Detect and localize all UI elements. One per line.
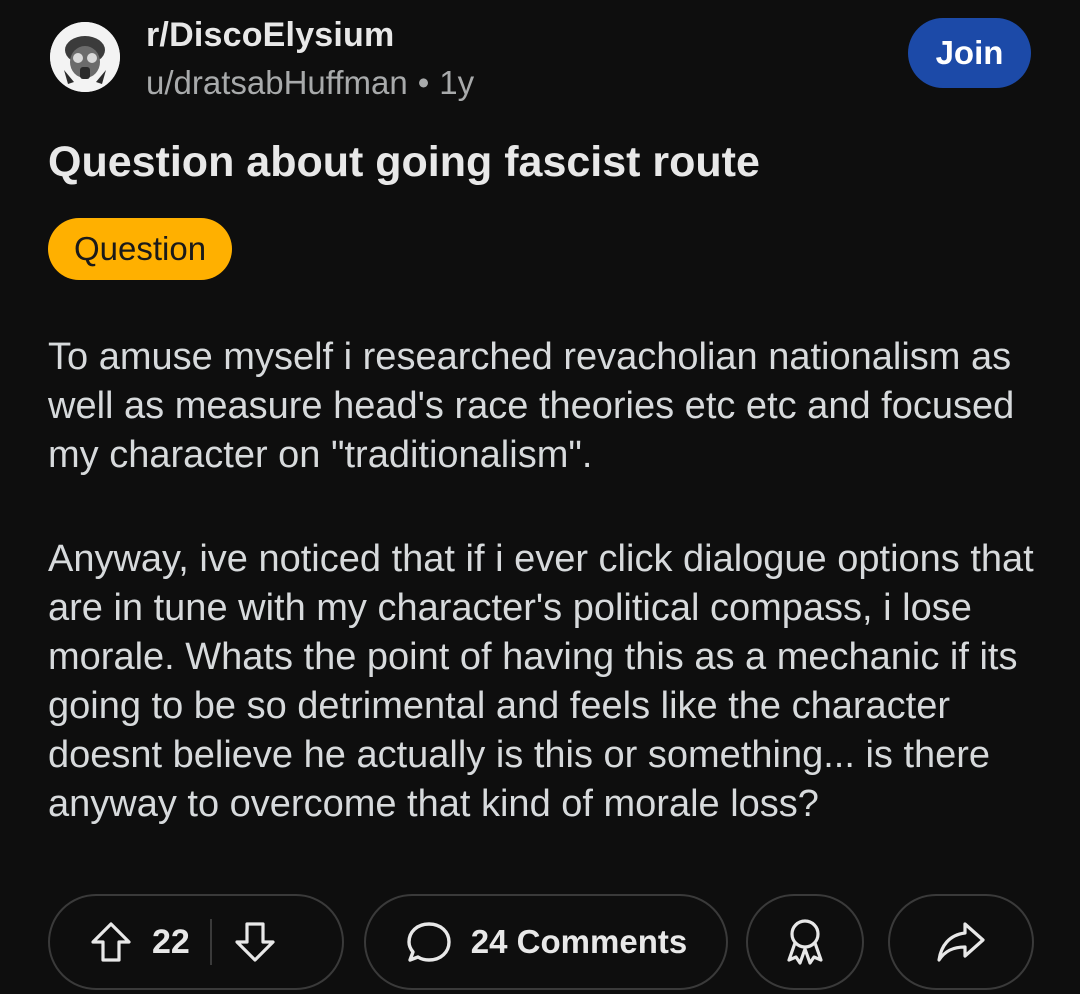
body-paragraph: Anyway, ive noticed that if i ever click… bbox=[48, 538, 1034, 825]
join-button[interactable]: Join bbox=[908, 18, 1031, 88]
post-meta: u/dratsabHuffman • 1y bbox=[146, 64, 474, 102]
subreddit-name[interactable]: r/DiscoElysium bbox=[146, 16, 394, 55]
meta-separator: • bbox=[417, 64, 430, 101]
share-arrow-icon bbox=[935, 918, 987, 966]
vote-control: 22 bbox=[48, 894, 344, 990]
downvote-arrow-icon[interactable] bbox=[232, 919, 278, 965]
comments-button[interactable]: 24 Comments bbox=[364, 894, 728, 990]
post-age: 1y bbox=[439, 64, 475, 101]
subreddit-avatar[interactable] bbox=[50, 22, 120, 92]
vote-count: 22 bbox=[152, 922, 190, 961]
body-paragraph: To amuse myself i researched revacholian… bbox=[48, 336, 1015, 476]
comments-count-label: 24 Comments bbox=[470, 923, 688, 960]
author-name[interactable]: u/dratsabHuffman bbox=[146, 64, 408, 101]
vote-divider bbox=[209, 919, 212, 965]
gas-mask-figure-icon bbox=[50, 22, 120, 92]
award-ribbon-icon bbox=[781, 916, 829, 968]
share-button[interactable] bbox=[888, 894, 1034, 990]
speech-bubble-icon bbox=[405, 918, 453, 966]
post-flair[interactable]: Question bbox=[48, 218, 233, 280]
upvote-arrow-icon[interactable] bbox=[88, 919, 134, 965]
post-action-bar: 22 24 Comments bbox=[48, 894, 1048, 994]
post-body: To amuse myself i researched revacholian… bbox=[48, 333, 1058, 884]
post-header: r/DiscoElysium u/dratsabHuffman • 1y Join bbox=[48, 16, 1038, 108]
award-button[interactable] bbox=[746, 894, 864, 990]
post-title: Question about going fascist route bbox=[48, 138, 760, 186]
